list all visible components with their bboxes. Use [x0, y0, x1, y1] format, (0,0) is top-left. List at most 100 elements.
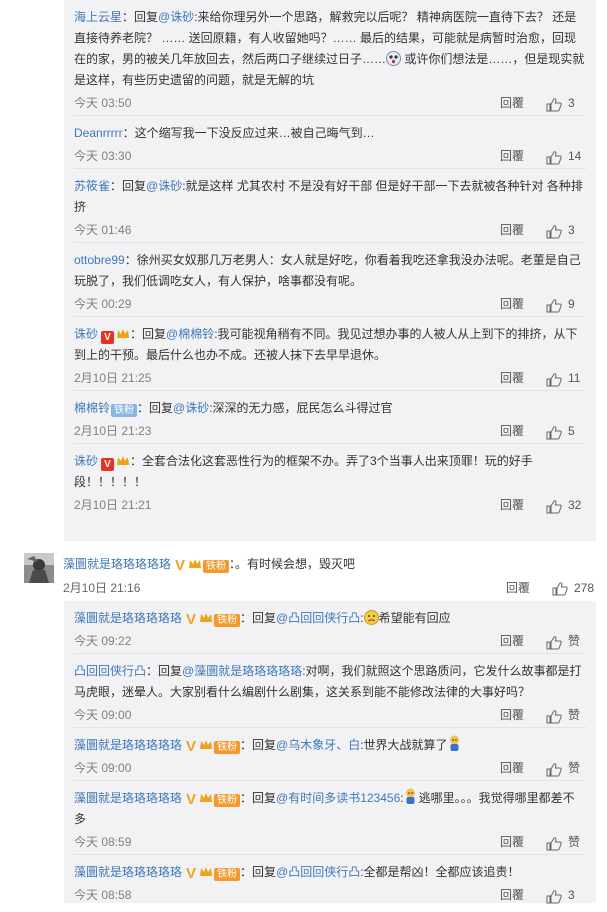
reply-item: ottobre99：徐州买女奴那几万老男人：女人就是好吃，你看着我吃还拿我没办法…: [74, 243, 586, 317]
reply-prefix: ：回复: [240, 611, 277, 625]
reply-item: Deanrrrrr：这个缩写我一下没反应过来…被自己晦气到… 今天 03:30 回覆…: [74, 116, 586, 169]
avatar[interactable]: [24, 553, 54, 583]
reply-prefix: ：回复: [240, 738, 277, 752]
thumbs-up-icon[interactable]: [546, 498, 562, 514]
reply-time: 今天 00:29: [74, 297, 132, 311]
reply-button[interactable]: 回覆: [500, 883, 540, 907]
reply-time: 今天 08:58: [74, 888, 132, 902]
thumbs-up-icon[interactable]: [546, 149, 562, 165]
reply-username[interactable]: 藻圜就是珞珞珞珞珞: [74, 865, 182, 879]
thumbs-up-icon[interactable]: [546, 634, 562, 650]
reply-button[interactable]: 回覆: [500, 292, 540, 316]
thumbs-up-icon[interactable]: [546, 96, 562, 112]
reply-prefix: ：回复: [240, 791, 277, 805]
reply-button[interactable]: 回覆: [500, 144, 540, 168]
reply-username[interactable]: 棉棉铃: [74, 401, 110, 415]
mention-link[interactable]: @诛砂: [158, 10, 194, 24]
like-count: 14: [568, 149, 582, 163]
reply-item: 凸回回侠行凸：回复@藻圜就是珞珞珞珞珞:对啊，我们就照这个思路质问，它发什么故事…: [74, 654, 586, 728]
mention-link[interactable]: @藻圜就是珞珞珞珞珞: [182, 664, 302, 678]
mention-link[interactable]: @有时间多读书123456: [276, 791, 400, 805]
reply-username[interactable]: 藻圜就是珞珞珞珞珞: [74, 738, 182, 752]
v-badge-icon: V: [101, 458, 115, 471]
reply-username[interactable]: 藻圜就是珞珞珞珞珞: [74, 611, 182, 625]
fan-badge: 铁粉: [111, 404, 138, 417]
reply-item: 海上云星：回复@诛砂:来给你理另外一个思路，解救完以后呢？ 精神病医院一直待下去…: [74, 0, 586, 116]
mention-link[interactable]: @乌木象牙、白: [276, 738, 360, 752]
mention-link[interactable]: @凸回回侠行凸: [276, 865, 360, 879]
reply-button[interactable]: 回覆: [500, 830, 540, 854]
top-comment: 藻圜就是珞珞珞珞珞 V 铁粉 ：。有时候会想，毁灭吧 2月10日 21:16 回覆 2…: [24, 553, 596, 601]
comment-text: ：。有时候会想，毁灭吧: [229, 557, 356, 571]
reply-item: 藻圜就是珞珞珞珞珞 V 铁粉 ：回复@凸回回侠行凸: 希望能有回应 今天 09:22 回覆赞: [74, 601, 586, 654]
thumbs-up-icon[interactable]: [546, 888, 562, 904]
crown-icon: [116, 326, 130, 339]
fan-badge: 铁粉: [214, 741, 241, 754]
reply-item: 诛砂 V ：回复@棉棉铃:我可能视角稍有不同。我见过想办事的人被人从上到下的排挤，从…: [74, 317, 586, 391]
reply-text: :世界大战就算了: [360, 738, 448, 752]
reply-prefix: ：回复: [137, 401, 174, 415]
like-count: 赞: [568, 835, 581, 849]
like-count: 278: [574, 581, 595, 595]
fan-badge: 铁粉: [214, 614, 241, 627]
reply-username[interactable]: 藻圜就是珞珞珞珞珞: [74, 791, 182, 805]
thumbs-up-icon[interactable]: [552, 581, 568, 596]
thumbs-up-icon[interactable]: [546, 424, 562, 440]
thumbs-up-icon[interactable]: [546, 708, 562, 724]
v-badge-icon: V: [101, 331, 115, 344]
reply-time: 今天 03:50: [74, 96, 132, 110]
thumbs-up-icon[interactable]: [546, 371, 562, 387]
mention-link[interactable]: @凸回回侠行凸: [276, 611, 360, 625]
reply-item: 藻圜就是珞珞珞珞珞 V 铁粉 ：回复@有时间多读书123456: 逃哪里。。。我觉得哪里…: [74, 781, 586, 855]
reply-button[interactable]: 回覆: [500, 419, 540, 443]
reply-button[interactable]: 回覆: [506, 577, 546, 599]
like-count: 3: [568, 96, 575, 110]
reply-button[interactable]: 回覆: [500, 218, 540, 242]
reply-text: ：全套合法化这套恶性行为的框架不办。弄了3个当事人出来顶罪！玩的好手段！！！！！: [74, 454, 533, 489]
like-count: 赞: [568, 708, 581, 722]
reply-text-continued: 希望能有回应: [378, 611, 451, 625]
reply-button[interactable]: 回覆: [500, 91, 540, 115]
like-count: 赞: [568, 761, 581, 775]
reply-panel-1: 海上云星：回复@诛砂:来给你理另外一个思路，解救完以后呢？ 精神病医院一直待下去…: [64, 0, 596, 541]
mention-link[interactable]: @棉棉铃: [166, 327, 214, 341]
reply-text: ：这个缩写我一下没反应过来…被自己晦气到…: [122, 126, 375, 140]
reply-username[interactable]: 诛砂: [74, 454, 98, 468]
thumbs-up-icon[interactable]: [546, 223, 562, 239]
comment-username[interactable]: 藻圜就是珞珞珞珞珞: [63, 557, 171, 571]
like-count: 9: [568, 297, 575, 311]
reply-item: 藻圜就是珞珞珞珞珞 V 铁粉 ：回复@凸回回侠行凸:全都是帮凶！全都应该追责！ 今天 0…: [74, 855, 586, 907]
crown-icon: [199, 737, 213, 750]
shocked-emoji: [386, 51, 402, 66]
reply-prefix: ：回复: [110, 179, 147, 193]
reply-item: 苏筱雀：回复@诛砂:就是这样 尤其农村 不是没有好干部 但是好干部一下去就被各种…: [74, 169, 586, 243]
thumbs-up-icon[interactable]: [546, 835, 562, 851]
mention-link[interactable]: @诛砂: [173, 401, 209, 415]
fan-badge: 铁粉: [214, 794, 241, 807]
reply-text: :全都是帮凶！全都应该追责！: [360, 865, 520, 879]
verified-v-icon: V: [186, 611, 197, 628]
fan-badge: 铁粉: [203, 560, 230, 573]
reply-username[interactable]: ottobre99: [74, 253, 125, 267]
reply-button[interactable]: 回覆: [500, 493, 540, 517]
reply-username[interactable]: 海上云星: [74, 10, 122, 24]
like-count: 赞: [568, 634, 581, 648]
reply-button[interactable]: 回覆: [500, 366, 540, 390]
like-count: 5: [568, 424, 575, 438]
thumbs-up-icon[interactable]: [546, 761, 562, 777]
reply-time: 2月10日 21:23: [74, 424, 152, 438]
crown-icon: [188, 557, 202, 570]
crown-icon: [199, 864, 213, 877]
mention-link[interactable]: @诛砂: [146, 179, 182, 193]
reply-username[interactable]: 诛砂: [74, 327, 98, 341]
reply-time: 今天 01:46: [74, 223, 132, 237]
reply-time: 今天 09:00: [74, 761, 132, 775]
reply-button[interactable]: 回覆: [500, 629, 540, 653]
reply-button[interactable]: 回覆: [500, 756, 540, 780]
reply-username[interactable]: 苏筱雀: [74, 179, 110, 193]
reply-button[interactable]: 回覆: [500, 703, 540, 727]
reply-username[interactable]: 凸回回侠行凸: [74, 664, 146, 678]
thumbs-up-icon[interactable]: [546, 297, 562, 313]
reply-time: 今天 03:30: [74, 149, 132, 163]
reply-username[interactable]: Deanrrrrr: [74, 126, 123, 140]
